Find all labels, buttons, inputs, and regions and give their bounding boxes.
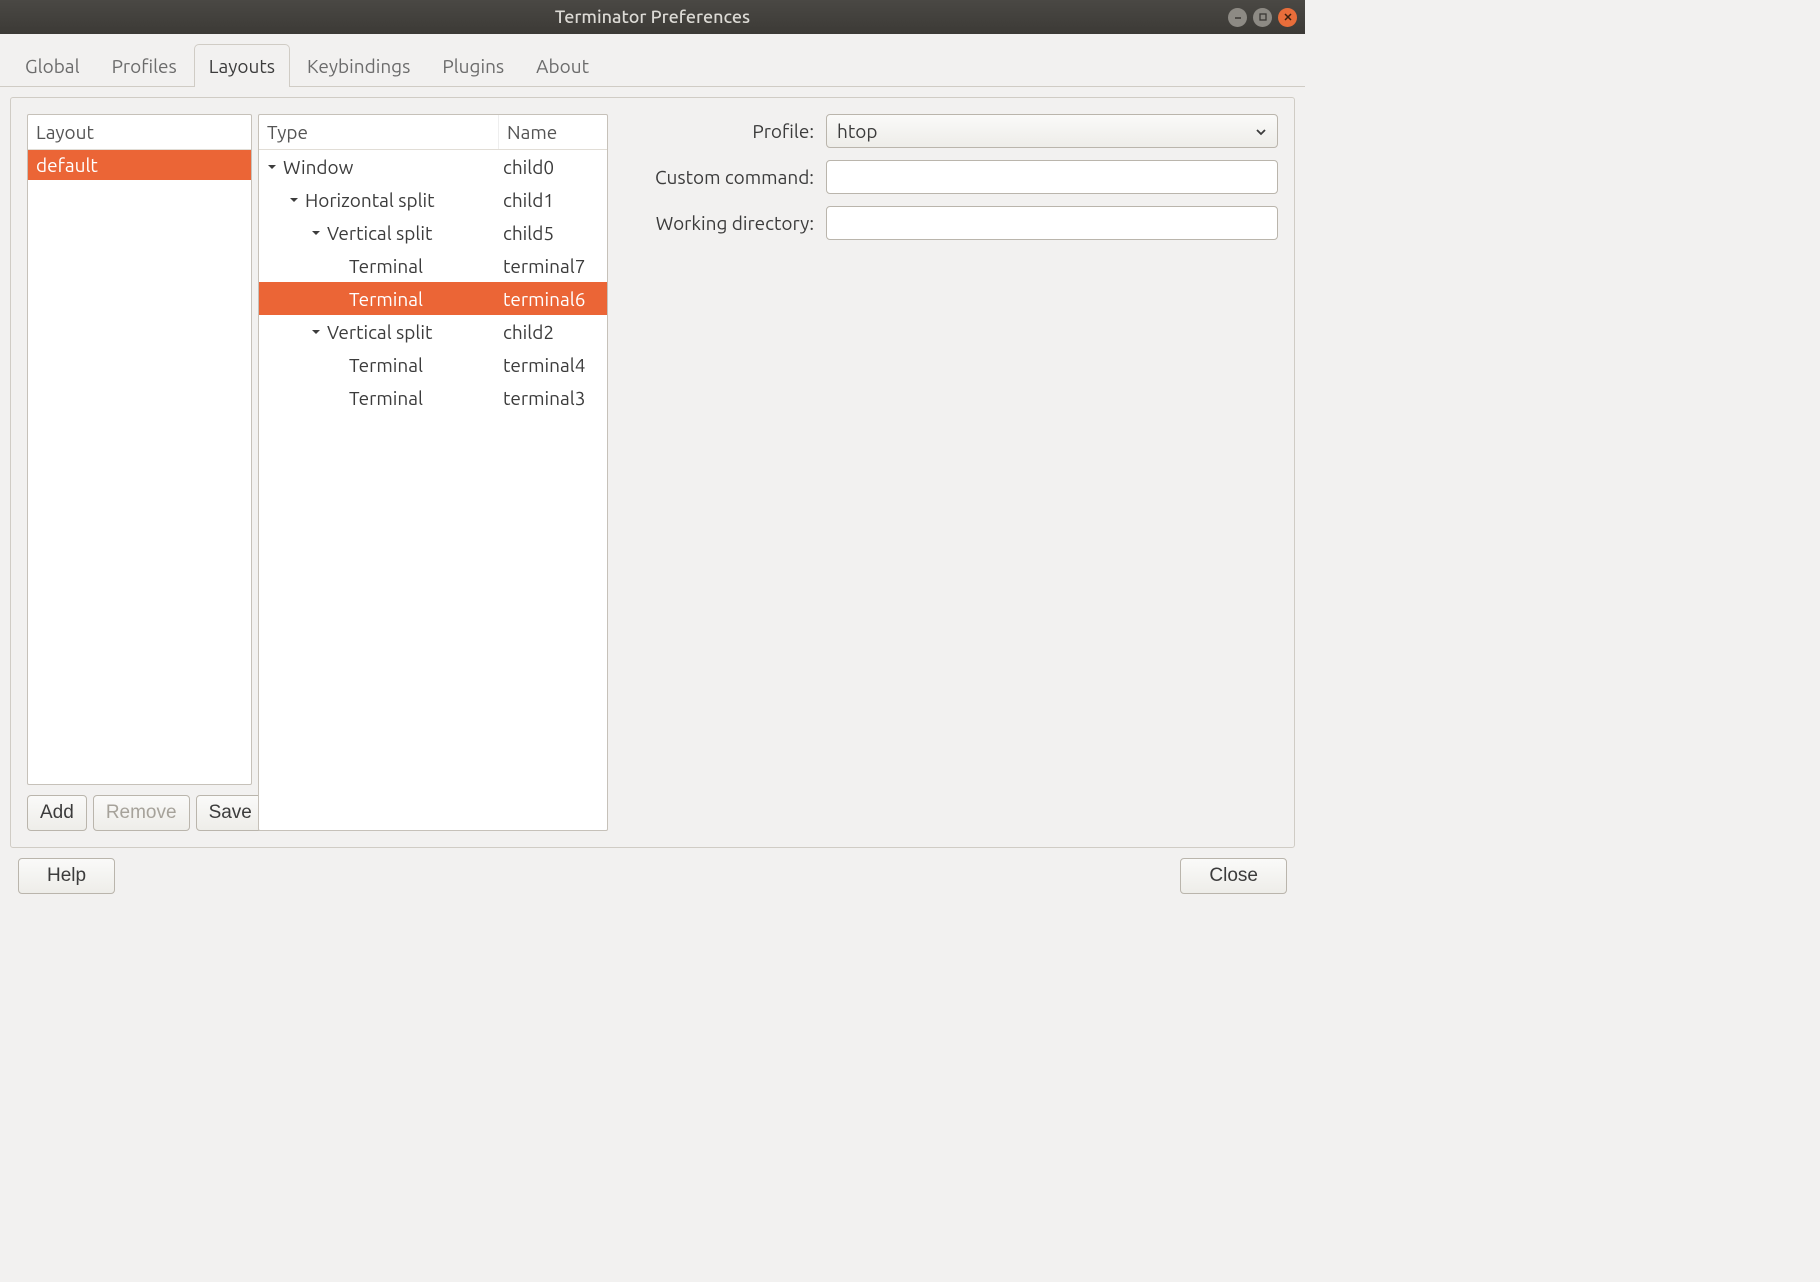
add-button[interactable]: Add — [27, 795, 87, 831]
tree-row[interactable]: Vertical split child2 — [259, 315, 607, 348]
titlebar: Terminator Preferences — [0, 0, 1305, 34]
custom-command-label: Custom command: — [624, 166, 814, 188]
tree-row-type: Vertical split — [327, 222, 432, 244]
tree-row-type: Vertical split — [327, 321, 432, 343]
tree-row[interactable]: Terminal terminal6 — [259, 282, 607, 315]
window-controls — [1228, 8, 1297, 27]
close-dialog-button[interactable]: Close — [1180, 858, 1287, 894]
help-button[interactable]: Help — [18, 858, 115, 894]
layout-list-header: Layout — [28, 115, 251, 150]
layout-item[interactable]: default — [28, 150, 251, 180]
tree-row-name: terminal3 — [499, 387, 607, 409]
tree-row[interactable]: Horizontal split child1 — [259, 183, 607, 216]
tab-profiles[interactable]: Profiles — [97, 44, 192, 87]
expander-icon[interactable] — [309, 226, 323, 240]
maximize-button[interactable] — [1253, 8, 1272, 27]
tab-about[interactable]: About — [521, 44, 604, 87]
profile-label: Profile: — [624, 120, 814, 142]
profile-combobox-value: htop — [837, 120, 878, 142]
tab-global[interactable]: Global — [10, 44, 95, 87]
tree-row-name: terminal4 — [499, 354, 607, 376]
tree-row-type: Terminal — [349, 255, 423, 277]
tab-plugins[interactable]: Plugins — [427, 44, 519, 87]
tree-row-name: child2 — [499, 321, 607, 343]
chevron-down-icon — [1255, 120, 1267, 142]
tree-row[interactable]: Terminal terminal4 — [259, 348, 607, 381]
tree-row[interactable]: Vertical split child5 — [259, 216, 607, 249]
custom-command-input[interactable] — [826, 160, 1278, 194]
tab-keybindings[interactable]: Keybindings — [292, 44, 425, 87]
tab-layouts[interactable]: Layouts — [194, 44, 290, 87]
tree-row-name: child5 — [499, 222, 607, 244]
window-title: Terminator Preferences — [555, 7, 750, 27]
working-directory-label: Working directory: — [624, 212, 814, 234]
tree-row[interactable]: Terminal terminal7 — [259, 249, 607, 282]
tree-row-name: child1 — [499, 189, 607, 211]
remove-button[interactable]: Remove — [93, 795, 190, 831]
tree-row[interactable]: Window child0 — [259, 150, 607, 183]
tree-row-name: terminal6 — [499, 288, 607, 310]
content-frame: Layout default Add Remove Save Type Name… — [10, 97, 1295, 848]
save-button[interactable]: Save — [196, 795, 265, 831]
tree-row-name: terminal7 — [499, 255, 607, 277]
tree-row-type: Terminal — [349, 387, 423, 409]
tree-row-type: Terminal — [349, 354, 423, 376]
layout-list: Layout default — [27, 114, 252, 785]
expander-icon[interactable] — [309, 325, 323, 339]
tree-header-type[interactable]: Type — [259, 115, 499, 149]
tree-row[interactable]: Terminal terminal3 — [259, 381, 607, 414]
profile-combobox[interactable]: htop — [826, 114, 1278, 148]
tree-header-name[interactable]: Name — [499, 115, 607, 149]
expander-icon[interactable] — [287, 193, 301, 207]
minimize-button[interactable] — [1228, 8, 1247, 27]
expander-icon[interactable] — [265, 160, 279, 174]
tree-row-type: Window — [283, 156, 353, 178]
tabbar: GlobalProfilesLayoutsKeybindingsPluginsA… — [0, 34, 1305, 87]
layout-tree: Type Name Window child0 Horizontal split ch… — [258, 114, 608, 831]
tree-row-type: Terminal — [349, 288, 423, 310]
close-button[interactable] — [1278, 8, 1297, 27]
tree-row-type: Horizontal split — [305, 189, 435, 211]
working-directory-input[interactable] — [826, 206, 1278, 240]
tree-row-name: child0 — [499, 156, 607, 178]
